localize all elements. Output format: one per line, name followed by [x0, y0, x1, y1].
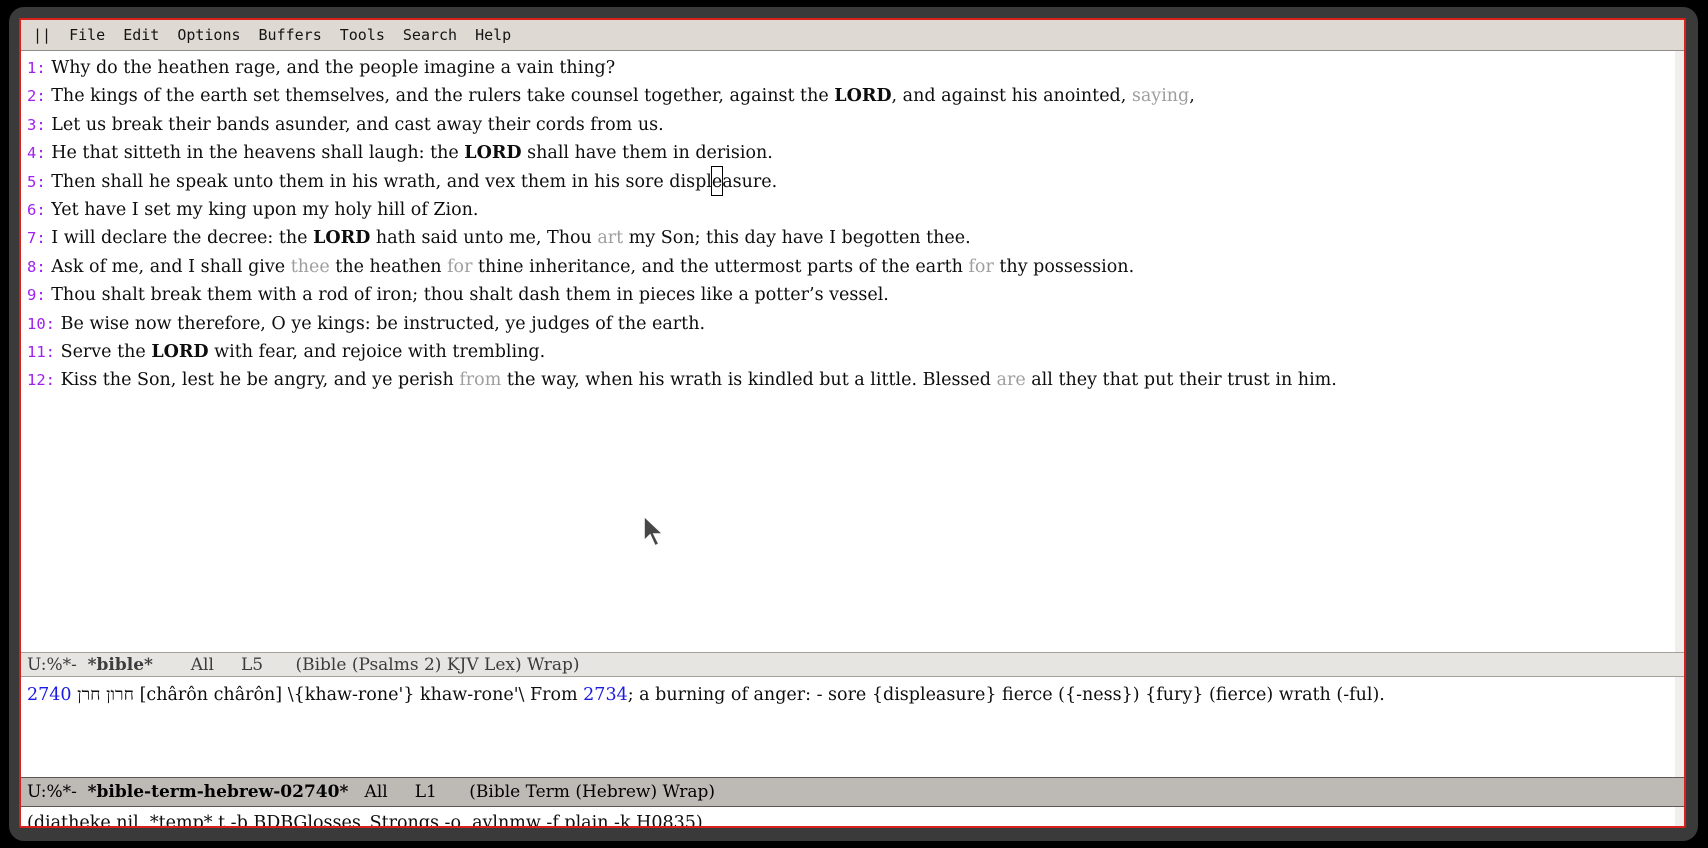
text-run: the heathen: [330, 257, 447, 277]
text-run: hath said unto me, Thou: [370, 228, 597, 248]
added-word: art: [597, 228, 623, 248]
menu-item-search[interactable]: Search: [394, 26, 466, 44]
divine-name: LORD: [834, 86, 891, 106]
verse-number: 6:: [27, 201, 46, 219]
text-run: Kiss the Son, lest he be angry, and ye p…: [61, 370, 460, 390]
verse-number: 8:: [27, 258, 46, 276]
text-run: Why do the heathen rage, and the people …: [51, 58, 615, 78]
verse-number: 11:: [27, 343, 55, 361]
text-run: my Son; this day have I begotten thee.: [623, 228, 971, 248]
divine-name: LORD: [313, 228, 370, 248]
text-run: He that sitteth in the heavens shall lau…: [51, 143, 464, 163]
verse-number: 1:: [27, 59, 46, 77]
mode-line-info: All L5 (Bible (Psalms 2) KJV Lex) Wrap): [153, 655, 580, 675]
mode-line-lexicon: U:%*- *bible-term-hebrew-02740* All L1 (…: [21, 777, 1684, 807]
mode-line-info: All L1 (Bible Term (Hebrew) Wrap): [348, 782, 715, 802]
text-run: ; a burning of anger: - sore {displeasur…: [628, 685, 1385, 705]
verse-number: 5:: [27, 173, 46, 191]
emacs-window: ||FileEditOptionsBuffersToolsSearchHelp …: [9, 7, 1698, 841]
text-run: The kings of the earth set themselves, a…: [51, 86, 834, 106]
bible-buffer-window[interactable]: 1: Why do the heathen rage, and the peop…: [21, 51, 1684, 652]
text-run: Be wise now therefore, O ye kings: be in…: [61, 314, 705, 334]
buffer-name-lexicon: *bible-term-hebrew-02740*: [88, 782, 349, 802]
mode-line-flags: U:%*-: [27, 655, 88, 675]
mode-line-flags: U:%*-: [27, 782, 88, 802]
text-run: shall have them in derision.: [522, 143, 773, 163]
verse-number: 4:: [27, 144, 46, 162]
menu-item-options[interactable]: Options: [168, 26, 249, 44]
menu-bar: ||FileEditOptionsBuffersToolsSearchHelp: [21, 20, 1684, 51]
text-run: Thou shalt break them with a rod of iron…: [51, 285, 889, 305]
text-run: ,: [1189, 86, 1195, 106]
divine-name: LORD: [151, 342, 208, 362]
buffer-name-bible: *bible*: [88, 655, 153, 675]
lexicon-buffer-window[interactable]: 2740 חרון חרן [chârôn chârôn] \{khaw-ron…: [21, 677, 1684, 777]
menu-item-buffers[interactable]: Buffers: [250, 26, 331, 44]
lexicon-entry: 2740 חרון חרן [chârôn chârôn] \{khaw-ron…: [27, 681, 1675, 709]
verse-line: 10: Be wise now therefore, O ye kings: b…: [27, 310, 1675, 338]
verse-line: 5: Then shall he speak unto them in his …: [27, 168, 1675, 196]
verse-number: 10:: [27, 315, 55, 333]
text-run: with fear, and rejoice with trembling.: [209, 342, 546, 362]
emacs-frame: ||FileEditOptionsBuffersToolsSearchHelp …: [19, 18, 1686, 828]
text-run: Then shall he speak unto them in his wra…: [51, 172, 712, 192]
strongs-link[interactable]: 2734: [583, 685, 628, 705]
verse-line: 12: Kiss the Son, lest he be angry, and …: [27, 366, 1675, 394]
verse-number: 12:: [27, 371, 55, 389]
verse-line: 2: The kings of the earth set themselves…: [27, 82, 1675, 110]
verse-line: 4: He that sitteth in the heavens shall …: [27, 139, 1675, 167]
strongs-link[interactable]: 2740: [27, 685, 72, 705]
verse-line: 8: Ask of me, and I shall give thee the …: [27, 253, 1675, 281]
mode-line-bible: U:%*- *bible* All L5 (Bible (Psalms 2) K…: [21, 652, 1684, 677]
verse-number: 9:: [27, 286, 46, 304]
verse-number: 7:: [27, 229, 46, 247]
text-run: thine inheritance, and the uttermost par…: [472, 257, 968, 277]
added-word: for: [447, 257, 472, 277]
divine-name: LORD: [464, 143, 521, 163]
text-run: חרון חרן [chârôn chârôn] \{khaw-rone'} k…: [72, 685, 584, 705]
added-word: thee: [291, 257, 330, 277]
text-cursor: e: [712, 168, 722, 196]
verse-line: 1: Why do the heathen rage, and the peop…: [27, 54, 1675, 82]
added-word: are: [997, 370, 1026, 390]
verse-line: 3: Let us break their bands asunder, and…: [27, 111, 1675, 139]
text-run: Yet have I set my king upon my holy hill…: [51, 200, 478, 220]
menu-item-tools[interactable]: Tools: [331, 26, 394, 44]
text-run: all they that put their trust in him.: [1026, 370, 1337, 390]
menu-item-help[interactable]: Help: [466, 26, 520, 44]
verse-line: 11: Serve the LORD with fear, and rejoic…: [27, 338, 1675, 366]
echo-area[interactable]: (diatheke nil *temp* t -b BDBGlosses_Str…: [21, 807, 1684, 828]
text-run: Ask of me, and I shall give: [51, 257, 290, 277]
verse-line: 6: Yet have I set my king upon my holy h…: [27, 196, 1675, 224]
text-run: I will declare the decree: the: [51, 228, 313, 248]
menu-item-separator[interactable]: ||: [21, 26, 60, 44]
added-word: saying: [1132, 86, 1189, 106]
text-run: , and against his anointed,: [892, 86, 1132, 106]
text-run: thy possession.: [994, 257, 1134, 277]
verse-number: 2:: [27, 87, 46, 105]
echo-message: (diatheke nil *temp* t -b BDBGlosses_Str…: [27, 809, 1675, 828]
verse-number: 3:: [27, 116, 46, 134]
text-run: Let us break their bands asunder, and ca…: [51, 115, 663, 135]
text-run: the way, when his wrath is kindled but a…: [501, 370, 996, 390]
text-run: asure.: [722, 172, 777, 192]
menu-item-file[interactable]: File: [60, 26, 114, 44]
menu-item-edit[interactable]: Edit: [114, 26, 168, 44]
added-word: for: [968, 257, 993, 277]
text-run: Serve the: [61, 342, 152, 362]
verse-line: 7: I will declare the decree: the LORD h…: [27, 224, 1675, 252]
added-word: from: [459, 370, 501, 390]
verse-line: 9: Thou shalt break them with a rod of i…: [27, 281, 1675, 309]
